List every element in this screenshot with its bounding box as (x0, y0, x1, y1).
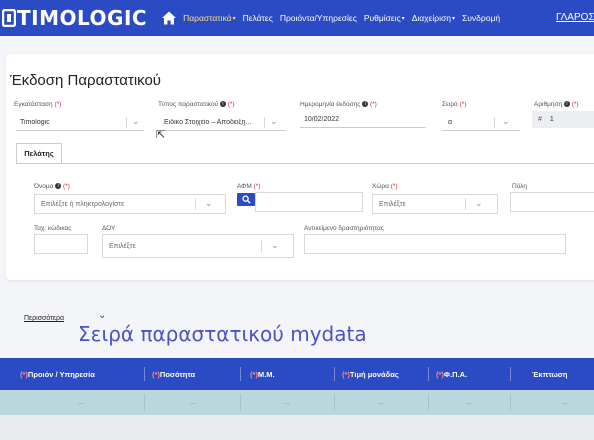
search-icon (241, 195, 251, 204)
logo-text: TIMOLOGIC (17, 6, 148, 30)
nav-item-documents[interactable]: Παραστατικά ▾ (183, 13, 236, 23)
tab-customer[interactable]: Πελάτης (16, 143, 62, 163)
afm-input[interactable] (255, 192, 363, 212)
nav-item-products[interactable]: Προιόντα/Υπηρεσίες (280, 13, 357, 23)
top-navbar: TIMOLOGIC Παραστατικά ▾ Πελάτες Προιόντα/… (0, 0, 594, 36)
series-select[interactable]: α ⌄ (442, 114, 520, 131)
chevron-down-icon: ⌄ (475, 198, 483, 208)
afm-label: ΑΦΜ (*) (237, 183, 261, 190)
nav-item-label: Διαχείριση (411, 13, 452, 23)
customer-name-label: Όνομα i (*) (34, 183, 70, 190)
nav-item-label: Ρυθμίσεις (363, 13, 401, 23)
series-label: Σειρά (*) (442, 101, 467, 108)
caret-down-icon: ▾ (452, 15, 456, 22)
chevron-down-icon: ⌄ (270, 116, 278, 126)
doc-type-select[interactable]: Ειδικό Στοιχείο – Αποδειξη... ⌄ (160, 114, 286, 131)
column-header-product[interactable]: (*)Προιόν / Υπηρεσία (20, 370, 95, 379)
chevron-down-icon: ⌄ (271, 240, 279, 250)
info-icon: i (219, 101, 226, 108)
city-input[interactable] (510, 192, 594, 212)
info-icon: i (362, 101, 369, 108)
chevron-down-icon: ⌄ (205, 198, 213, 208)
info-icon: i (563, 101, 570, 108)
number-input[interactable]: # 1 (532, 111, 594, 128)
table-cell: ... (190, 399, 196, 406)
logo-mark-icon (2, 9, 16, 27)
column-header-discount[interactable]: Έκπτωση (532, 370, 568, 379)
mouse-cursor-icon: ⇱ (156, 129, 166, 141)
activity-label: Αντικείμενο δραστηριότητας (304, 225, 384, 232)
info-icon: i (55, 183, 62, 190)
table-cell: ... (562, 399, 568, 406)
home-icon[interactable] (161, 10, 177, 26)
column-header-unit-price[interactable]: (*)Τιμή μονάδας (342, 370, 399, 379)
installation-select[interactable]: Timologic ⌄ (16, 114, 144, 131)
more-link[interactable]: Περισσότερα (24, 315, 64, 322)
doy-select[interactable]: Επιλέξτε ⌄ (102, 234, 294, 258)
country-select[interactable]: Επιλέξτε ⌄ (372, 194, 498, 214)
column-header-unit[interactable]: (*)Μ.Μ. (250, 370, 275, 379)
number-label: Αριθμηση i (*) (534, 101, 579, 108)
postal-code-label: Ταχ. κώδικας (34, 225, 72, 232)
afm-search-button[interactable] (237, 193, 255, 206)
page-title: Έκδοση Παραστατικού (10, 72, 162, 89)
doc-type-label: Τύπος παραστατικού i (*) (158, 101, 235, 108)
app-logo[interactable]: TIMOLOGIC (2, 6, 147, 30)
table-row[interactable]: ... ... ... ... ... ... (0, 390, 594, 415)
table-footer-area (0, 415, 594, 440)
customer-name-combobox[interactable]: Επιλέξτε ή πληκτρολογίστε ⌄ (34, 194, 226, 214)
installation-label: Εγκατάσταση (*) (14, 101, 62, 108)
city-label: Πόλη (512, 183, 528, 190)
items-table-header: (*)Προιόν / Υπηρεσία (*)Ποσότητα (*)Μ.Μ.… (0, 358, 594, 390)
table-cell: ... (284, 399, 290, 406)
column-header-quantity[interactable]: (*)Ποσότητα (152, 370, 195, 379)
chevron-down-icon: ⌄ (132, 116, 140, 126)
caret-down-icon: ▾ (401, 15, 405, 22)
nav-item-label: Προιόντα/Υπηρεσίες (279, 13, 357, 23)
nav-item-label: Παραστατικά (183, 13, 232, 23)
nav-item-label: Συνδρομή (462, 13, 501, 23)
table-cell: ... (466, 399, 472, 406)
table-cell: ... (78, 399, 84, 406)
nav-item-label: Πελάτες (242, 13, 273, 23)
chevron-down-icon: ⌄ (502, 116, 510, 126)
doy-label: ΔΟΥ (102, 225, 116, 232)
caret-down-icon: ▾ (232, 15, 236, 22)
issue-date-input[interactable]: 10/02/2022 (300, 111, 426, 128)
activity-input[interactable] (304, 234, 566, 254)
country-label: Χώρα (*) (372, 183, 398, 190)
nav-item-settings[interactable]: Ρυθμίσεις ▾ (364, 13, 405, 23)
nav-item-management[interactable]: Διαχείριση ▾ (412, 13, 455, 23)
nav-item-customers[interactable]: Πελάτες (243, 13, 273, 23)
user-menu-link[interactable]: ΓΛΑΡΟΣ (556, 12, 594, 23)
table-cell: ... (378, 399, 384, 406)
column-header-vat[interactable]: (*)Φ.Π.Α. (436, 370, 467, 379)
nav-item-subscription[interactable]: Συνδρομή (462, 13, 500, 23)
video-caption-overlay: Σειρά παραστατικού mydata (78, 322, 367, 346)
chevron-down-icon[interactable]: ⌄ (98, 310, 106, 321)
postal-code-input[interactable] (34, 234, 88, 254)
issue-date-label: Ημερομηνία έκδοσης i (*) (300, 101, 377, 108)
hash-prefix: # (538, 116, 542, 123)
